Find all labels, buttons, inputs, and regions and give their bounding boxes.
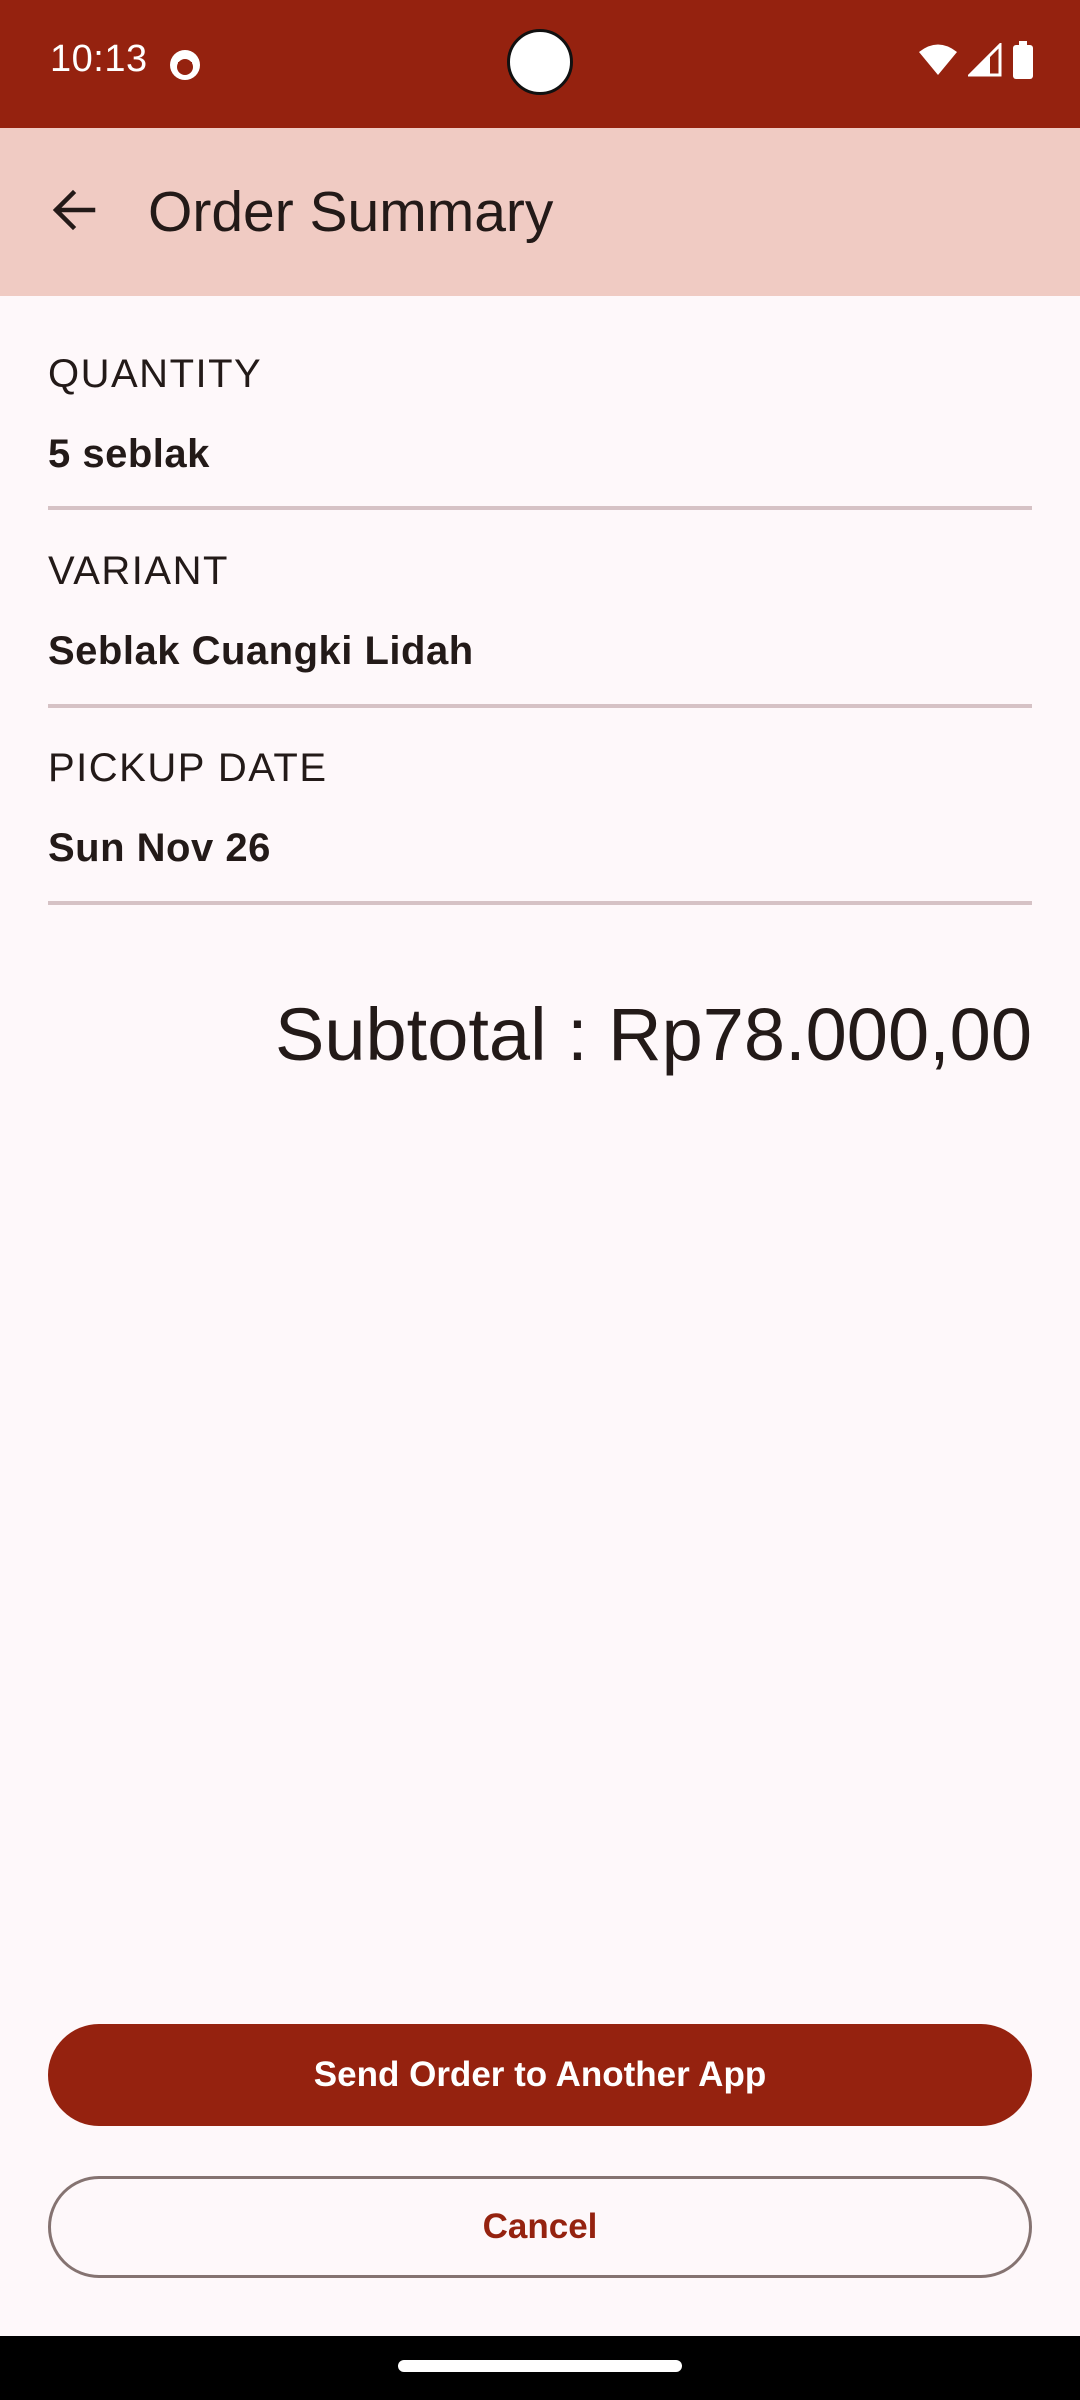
pickup-date-label: PICKUP DATE (48, 746, 328, 790)
arrow-back-icon (49, 185, 99, 240)
top-app-bar: Order Summary (0, 128, 1080, 296)
variant-label: VARIANT (48, 549, 229, 593)
app-notification-icon (168, 48, 202, 82)
wifi-icon (918, 43, 958, 82)
battery-icon (1012, 40, 1034, 84)
status-time: 10:13 (50, 38, 148, 80)
home-gesture-handle[interactable] (398, 2360, 682, 2372)
quantity-value: 5 seblak (48, 432, 210, 476)
camera-cutout (507, 29, 573, 95)
status-bar: 10:13 (0, 0, 1080, 128)
subtotal-text: Subtotal : Rp78.000,00 (274, 993, 1032, 1076)
send-order-button[interactable]: Send Order to Another App (48, 2024, 1032, 2126)
system-navigation-bar (0, 2336, 1080, 2400)
pickup-date-section: PICKUP DATE Sun Nov 26 (48, 744, 1032, 905)
divider (48, 506, 1032, 510)
quantity-label: QUANTITY (48, 352, 263, 396)
signal-icon (966, 40, 1002, 82)
cancel-button[interactable]: Cancel (48, 2176, 1032, 2278)
page-title: Order Summary (148, 180, 554, 244)
back-button[interactable] (34, 172, 114, 252)
divider (48, 901, 1032, 905)
variant-section: VARIANT Seblak Cuangki Lidah (48, 547, 1032, 708)
quantity-section: QUANTITY 5 seblak (48, 350, 1032, 510)
variant-value: Seblak Cuangki Lidah (48, 629, 474, 673)
divider (48, 704, 1032, 708)
order-summary-screen: 10:13 Order Summary QUANTITY 5 seblak VA… (0, 0, 1080, 2400)
status-icons (918, 40, 1034, 84)
pickup-date-value: Sun Nov 26 (48, 826, 271, 870)
